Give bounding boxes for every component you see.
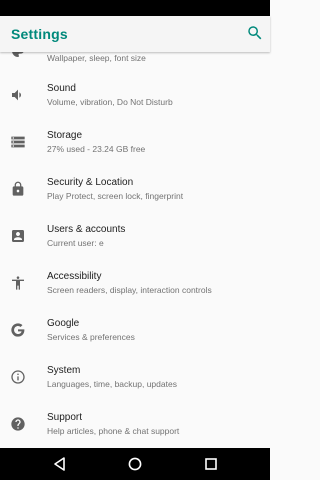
recents-icon[interactable] — [203, 456, 219, 472]
settings-item-subtitle: Play Protect, screen lock, fingerprint — [47, 191, 184, 201]
home-icon[interactable] — [127, 456, 143, 472]
settings-item-security-location[interactable]: Security & Location Play Protect, screen… — [0, 169, 270, 216]
settings-item-subtitle: Current user: e — [47, 238, 104, 248]
back-icon[interactable] — [52, 456, 68, 472]
settings-item-title: Security & Location — [47, 177, 134, 188]
settings-item-title: Storage — [47, 130, 83, 141]
settings-item-title: System — [47, 365, 81, 376]
settings-item-subtitle: Services & preferences — [47, 332, 135, 342]
settings-item-display[interactable]: Wallpaper, sleep, font size — [0, 52, 270, 75]
settings-item-subtitle: Volume, vibration, Do Not Disturb — [47, 97, 173, 107]
settings-item-subtitle: Screen readers, display, interaction con… — [47, 285, 212, 295]
status-bar — [0, 0, 270, 16]
search-icon[interactable] — [246, 24, 264, 42]
settings-item-title: Google — [47, 318, 80, 329]
info-icon — [10, 369, 26, 385]
account-box-icon — [10, 228, 26, 244]
accessibility-icon — [10, 275, 26, 291]
settings-item-accessibility[interactable]: Accessibility Screen readers, display, i… — [0, 263, 270, 310]
storage-icon — [10, 134, 26, 150]
settings-item-storage[interactable]: Storage 27% used - 23.24 GB free — [0, 122, 270, 169]
settings-item-subtitle: Wallpaper, sleep, font size — [47, 53, 146, 63]
settings-item-title: Sound — [47, 83, 76, 94]
settings-item-users-accounts[interactable]: Users & accounts Current user: e — [0, 216, 270, 263]
settings-item-support[interactable]: Support Help articles, phone & chat supp… — [0, 404, 270, 448]
settings-item-title: Support — [47, 412, 83, 423]
settings-item-title: Users & accounts — [47, 224, 126, 235]
settings-list: Wallpaper, sleep, font size Sound Volume… — [0, 52, 270, 448]
lock-icon — [10, 181, 26, 197]
settings-item-google[interactable]: Google Services & preferences — [0, 310, 270, 357]
volume-icon — [10, 87, 26, 103]
settings-item-system[interactable]: System Languages, time, backup, updates — [0, 357, 270, 404]
settings-item-subtitle: Help articles, phone & chat support — [47, 426, 180, 436]
settings-item-subtitle: Languages, time, backup, updates — [47, 379, 177, 389]
google-icon — [10, 322, 26, 338]
page-title: Settings — [11, 26, 68, 42]
navigation-bar — [0, 448, 270, 480]
app-bar: Settings — [0, 16, 270, 52]
settings-item-sound[interactable]: Sound Volume, vibration, Do Not Disturb — [0, 75, 270, 122]
settings-item-subtitle: 27% used - 23.24 GB free — [47, 144, 146, 154]
wallpaper-icon — [10, 52, 26, 59]
settings-item-title: Accessibility — [47, 271, 102, 282]
help-icon — [10, 416, 26, 432]
